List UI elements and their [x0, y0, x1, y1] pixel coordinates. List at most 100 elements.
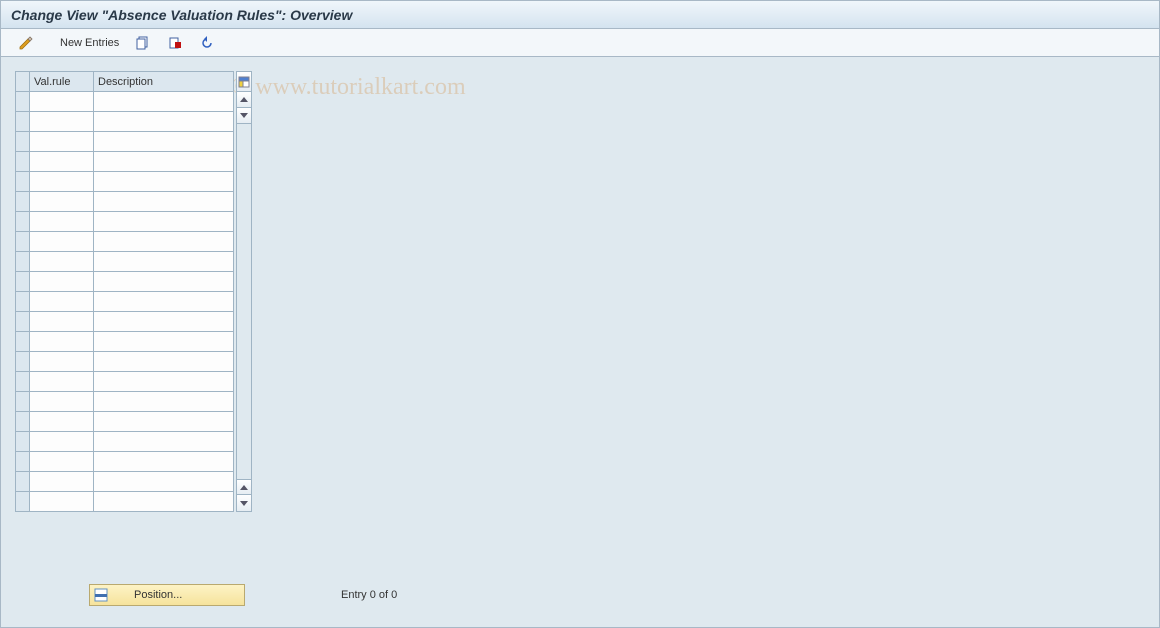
cell-valrule[interactable]	[30, 372, 94, 392]
edit-button[interactable]	[13, 33, 39, 53]
row-selector[interactable]	[16, 452, 30, 472]
row-selector[interactable]	[16, 392, 30, 412]
row-selector[interactable]	[16, 132, 30, 152]
vertical-scrollbar[interactable]	[236, 71, 252, 512]
row-selector[interactable]	[16, 272, 30, 292]
table-row[interactable]	[16, 112, 234, 132]
cell-valrule[interactable]	[30, 392, 94, 412]
row-selector[interactable]	[16, 312, 30, 332]
cell-description[interactable]	[94, 252, 234, 272]
col-header-description[interactable]: Description	[94, 72, 234, 92]
cell-description[interactable]	[94, 112, 234, 132]
table-row[interactable]	[16, 412, 234, 432]
cell-description[interactable]	[94, 452, 234, 472]
cell-description[interactable]	[94, 292, 234, 312]
table-row[interactable]	[16, 432, 234, 452]
cell-description[interactable]	[94, 372, 234, 392]
cell-valrule[interactable]	[30, 272, 94, 292]
position-button[interactable]: Position...	[89, 584, 245, 606]
table-row[interactable]	[16, 392, 234, 412]
row-selector[interactable]	[16, 232, 30, 252]
row-selector[interactable]	[16, 152, 30, 172]
cell-description[interactable]	[94, 332, 234, 352]
table-row[interactable]	[16, 252, 234, 272]
cell-description[interactable]	[94, 432, 234, 452]
undo-button[interactable]	[194, 33, 220, 53]
cell-valrule[interactable]	[30, 112, 94, 132]
cell-description[interactable]	[94, 132, 234, 152]
table-row[interactable]	[16, 332, 234, 352]
cell-valrule[interactable]	[30, 432, 94, 452]
col-header-valrule[interactable]: Val.rule	[30, 72, 94, 92]
row-selector[interactable]	[16, 332, 30, 352]
table-row[interactable]	[16, 312, 234, 332]
cell-valrule[interactable]	[30, 172, 94, 192]
cell-valrule[interactable]	[30, 212, 94, 232]
data-table[interactable]: Val.rule Description	[15, 71, 234, 512]
table-settings-button[interactable]	[237, 72, 251, 92]
table-row[interactable]	[16, 292, 234, 312]
table-row[interactable]	[16, 212, 234, 232]
table-row[interactable]	[16, 492, 234, 512]
cell-valrule[interactable]	[30, 132, 94, 152]
scroll-down-top-button[interactable]	[237, 108, 251, 124]
table-row[interactable]	[16, 352, 234, 372]
copy-button[interactable]	[130, 33, 156, 53]
row-selector[interactable]	[16, 492, 30, 512]
table-row[interactable]	[16, 172, 234, 192]
row-selector[interactable]	[16, 92, 30, 112]
scroll-up-button[interactable]	[237, 92, 251, 108]
table-row[interactable]	[16, 372, 234, 392]
cell-description[interactable]	[94, 352, 234, 372]
cell-description[interactable]	[94, 172, 234, 192]
cell-description[interactable]	[94, 232, 234, 252]
row-selector[interactable]	[16, 472, 30, 492]
cell-valrule[interactable]	[30, 412, 94, 432]
delete-button[interactable]	[162, 33, 188, 53]
cell-valrule[interactable]	[30, 332, 94, 352]
cell-description[interactable]	[94, 272, 234, 292]
table-row[interactable]	[16, 132, 234, 152]
cell-valrule[interactable]	[30, 492, 94, 512]
cell-description[interactable]	[94, 212, 234, 232]
scroll-up-bottom-button[interactable]	[237, 479, 251, 495]
cell-valrule[interactable]	[30, 312, 94, 332]
table-row[interactable]	[16, 232, 234, 252]
cell-valrule[interactable]	[30, 192, 94, 212]
table-row[interactable]	[16, 192, 234, 212]
table-row[interactable]	[16, 452, 234, 472]
cell-valrule[interactable]	[30, 472, 94, 492]
table-row[interactable]	[16, 92, 234, 112]
row-selector[interactable]	[16, 432, 30, 452]
cell-description[interactable]	[94, 92, 234, 112]
cell-valrule[interactable]	[30, 452, 94, 472]
cell-description[interactable]	[94, 152, 234, 172]
row-selector[interactable]	[16, 112, 30, 132]
row-selector[interactable]	[16, 192, 30, 212]
scroll-track[interactable]	[237, 124, 251, 479]
table-row[interactable]	[16, 152, 234, 172]
cell-valrule[interactable]	[30, 92, 94, 112]
row-selector[interactable]	[16, 172, 30, 192]
row-selector[interactable]	[16, 212, 30, 232]
cell-valrule[interactable]	[30, 232, 94, 252]
row-selector[interactable]	[16, 352, 30, 372]
row-selector[interactable]	[16, 252, 30, 272]
new-entries-button[interactable]: New Entries	[53, 33, 124, 53]
cell-description[interactable]	[94, 412, 234, 432]
cell-valrule[interactable]	[30, 292, 94, 312]
cell-description[interactable]	[94, 192, 234, 212]
scroll-down-button[interactable]	[237, 495, 251, 511]
table-row[interactable]	[16, 272, 234, 292]
cell-valrule[interactable]	[30, 252, 94, 272]
row-selector[interactable]	[16, 292, 30, 312]
row-selector[interactable]	[16, 372, 30, 392]
row-selector[interactable]	[16, 412, 30, 432]
select-all-header[interactable]	[16, 72, 30, 92]
table-row[interactable]	[16, 472, 234, 492]
cell-valrule[interactable]	[30, 352, 94, 372]
cell-description[interactable]	[94, 392, 234, 412]
cell-description[interactable]	[94, 312, 234, 332]
cell-valrule[interactable]	[30, 152, 94, 172]
cell-description[interactable]	[94, 492, 234, 512]
